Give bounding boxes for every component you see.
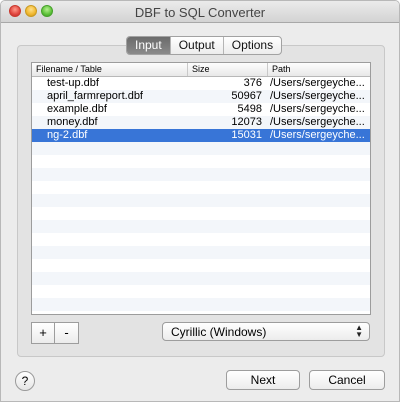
table-row[interactable]: april_farmreport.dbf 50967 /Users/sergey… [32,90,370,103]
app-window: DBF to SQL Converter Input Output Option… [0,0,400,402]
window-title: DBF to SQL Converter [134,5,266,20]
cancel-button[interactable]: Cancel [309,370,385,390]
tab-output[interactable]: Output [169,37,223,54]
row-path: /Users/sergeyche... [270,116,365,128]
row-filename: test-up.dbf [47,77,99,89]
table-row[interactable]: test-up.dbf 376 /Users/sergeyche... [32,77,370,90]
row-size: 5498 [237,103,262,115]
tab-bar: Input Output Options [126,36,283,55]
remove-file-button[interactable]: - [55,322,79,344]
table-row-selected[interactable]: ng-2.dbf 15031 /Users/sergeyche... [32,129,370,142]
tab-input[interactable]: Input [127,37,170,54]
row-filename: money.dbf [47,116,98,128]
files-table[interactable]: Filename / Table Size Path test-up.dbf 3… [31,62,371,315]
updown-arrows-icon: ▲ ▼ [355,323,363,339]
row-size: 376 [243,77,262,89]
row-filename: ng-2.dbf [47,129,88,141]
row-path: /Users/sergeyche... [270,90,365,102]
row-path: /Users/sergeyche... [270,129,365,141]
add-file-button[interactable]: + [31,322,55,344]
title-bar[interactable]: DBF to SQL Converter [1,1,399,23]
row-filename: april_farmreport.dbf [47,90,143,102]
table-row[interactable]: example.dbf 5498 /Users/sergeyche... [32,103,370,116]
row-size: 50967 [231,90,262,102]
column-header-filename[interactable]: Filename / Table [32,63,188,76]
add-remove-buttons: + - [31,322,79,344]
row-filename: example.dbf [47,103,107,115]
encoding-select-value: Cyrillic (Windows) [171,325,267,339]
table-row[interactable]: money.dbf 12073 /Users/sergeyche... [32,116,370,129]
encoding-select[interactable]: Cyrillic (Windows) ▲ ▼ [162,322,370,341]
tab-options[interactable]: Options [222,37,281,54]
table-empty-rows [32,142,370,314]
help-button[interactable]: ? [15,371,35,391]
table-header: Filename / Table Size Path [32,63,370,77]
next-button[interactable]: Next [226,370,300,390]
row-size: 12073 [231,116,262,128]
column-header-size[interactable]: Size [188,63,268,76]
row-path: /Users/sergeyche... [270,77,365,89]
column-header-path[interactable]: Path [268,63,370,76]
row-size: 15031 [231,129,262,141]
row-path: /Users/sergeyche... [270,103,365,115]
table-body: test-up.dbf 376 /Users/sergeyche... apri… [32,77,370,142]
